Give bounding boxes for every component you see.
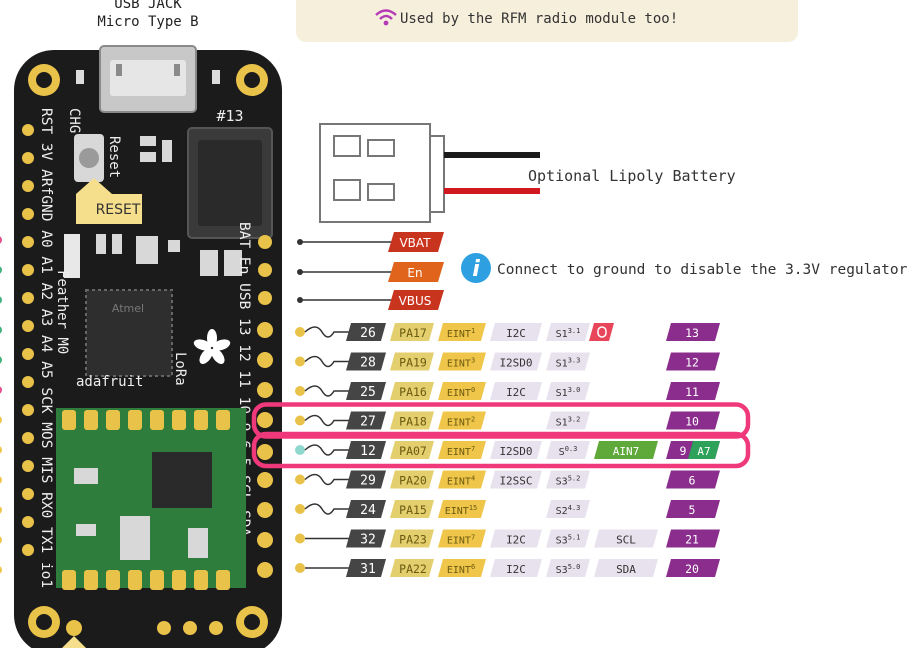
pin-connector-dot <box>295 415 305 426</box>
chip-brand-label: Atmel <box>112 302 144 315</box>
board-jst-inner <box>198 140 262 226</box>
pin-connector-dot <box>295 356 305 367</box>
i2c-pin-label: SDA <box>616 563 636 576</box>
chip-pin-number: 12 <box>360 444 376 459</box>
pin-connector-dot <box>295 445 305 455</box>
eint-label: EINT2 <box>447 416 475 429</box>
i2c-label: I2SD0 <box>499 445 532 458</box>
reset-silk-label: Reset <box>106 136 122 178</box>
port-name: PA18 <box>399 415 427 429</box>
pinout-diagram: Used by the RFM radio module too! USB JA… <box>0 0 908 648</box>
maker-label: adafruit <box>76 374 143 390</box>
i2c-label: I2C <box>506 386 526 399</box>
info-icon: i <box>461 253 491 283</box>
left-pin-dots <box>0 236 2 574</box>
power-pin-vbat: VBAT <box>399 236 431 250</box>
chip-pin-number: 25 <box>360 385 376 400</box>
power-pin-en: En <box>407 266 422 280</box>
i2c-label: I2C <box>506 534 526 547</box>
pin-wire <box>304 326 352 338</box>
port-name: PA20 <box>399 474 427 488</box>
rfm-radio-module <box>56 408 246 590</box>
atmel-chip: Atmel <box>85 289 173 377</box>
en-note: Connect to ground to disable the 3.3V re… <box>497 262 908 278</box>
battery-label: Optional Lipoly Battery <box>528 167 736 185</box>
arduino-pin-number: 21 <box>685 533 699 547</box>
lipoly-connector-icon <box>319 123 540 223</box>
chip-pin-number: 27 <box>360 415 376 430</box>
power-pins: VBAT En VBUS <box>297 232 444 310</box>
analog-in-label: AIN7 <box>613 445 640 458</box>
pin-wire <box>304 503 352 515</box>
chip-pin-number: 31 <box>360 562 376 577</box>
usb-connector <box>99 45 197 113</box>
pin-connector-dot <box>295 504 305 514</box>
i2c-label: I2C <box>506 563 526 576</box>
svg-text:i: i <box>472 257 480 282</box>
i2c-label: I2SD0 <box>499 357 532 370</box>
chg-led <box>76 70 84 84</box>
i2c-label: I2SSC <box>499 475 532 488</box>
arduino-pin-number: 12 <box>685 356 699 370</box>
led-icon <box>589 323 614 341</box>
led13-label: #13 <box>216 107 243 125</box>
chip-pin-number: 32 <box>360 533 376 548</box>
pin-wire <box>304 355 352 368</box>
chg-label: CHG <box>66 108 82 133</box>
arduino-pin-number: 13 <box>685 326 699 340</box>
pin-connector-dot <box>295 474 305 485</box>
eint-label: EINT4 <box>447 475 475 488</box>
arduino-pin-number: 10 <box>685 415 699 429</box>
pin-connector-dot <box>295 563 305 573</box>
port-name: PA15 <box>399 503 427 517</box>
pin-rows: 26 PA17 EINT1 I2C S13.1 1328 PA19 EINT3 I2SD0 S13… <box>251 323 751 577</box>
i2c-label: I2C <box>506 327 526 340</box>
radio-note-text: Used by the RFM radio module too! <box>400 11 678 27</box>
pin-wire <box>304 385 352 397</box>
model-label-line1: Feather M0 <box>54 270 70 354</box>
led-13 <box>212 70 220 84</box>
pin-connector-dot <box>295 386 305 396</box>
eint-label: EINT1 <box>447 327 475 340</box>
arduino-pin-number: 6 <box>689 474 696 488</box>
i2c-pin-label: SCL <box>616 534 636 547</box>
reset-tag-label: RESET <box>96 202 141 218</box>
eint-label: EINT0 <box>447 386 475 399</box>
chip-pin-number: 28 <box>360 356 376 371</box>
usb-label-line1: USB JACK <box>114 0 182 12</box>
arduino-pin-number: 20 <box>685 562 699 576</box>
pin-wire <box>304 444 352 456</box>
port-name: PA16 <box>399 385 427 399</box>
arduino-pin-number: 5 <box>689 503 696 517</box>
chip-pin-number: 24 <box>360 503 376 518</box>
pin-connector-dot <box>295 533 305 544</box>
eint-label: EINT6 <box>447 563 475 576</box>
port-name: PA19 <box>399 356 427 370</box>
pin-wire <box>304 473 352 486</box>
left-silk-labels: RST 3V ARfGND A0 A1 A2 A3 A4 A5 SCK MOS … <box>38 108 54 588</box>
port-name: PA23 <box>399 533 427 547</box>
eint-label: EINT7 <box>447 534 475 547</box>
arduino-pin-number: 9 <box>680 444 687 458</box>
eint-label: EINT3 <box>447 357 475 370</box>
chip-pin-number: 26 <box>360 326 376 341</box>
power-pin-vbus: VBUS <box>399 294 432 308</box>
port-name: PA17 <box>399 326 427 340</box>
chip-pin-number: 29 <box>360 474 376 489</box>
pin-wire <box>304 414 352 427</box>
eint-label: EINT7 <box>447 445 475 458</box>
port-name: PA22 <box>399 562 427 576</box>
model-label-line2: LoRa <box>172 352 188 386</box>
reset-button-cap <box>79 148 99 168</box>
analog-alt-label: A7 <box>697 445 710 458</box>
usb-label-line2: Micro Type B <box>97 14 198 30</box>
arduino-pin-number: 11 <box>685 385 699 399</box>
pin-connector-dot <box>295 327 305 337</box>
port-name: PA07 <box>399 444 427 458</box>
